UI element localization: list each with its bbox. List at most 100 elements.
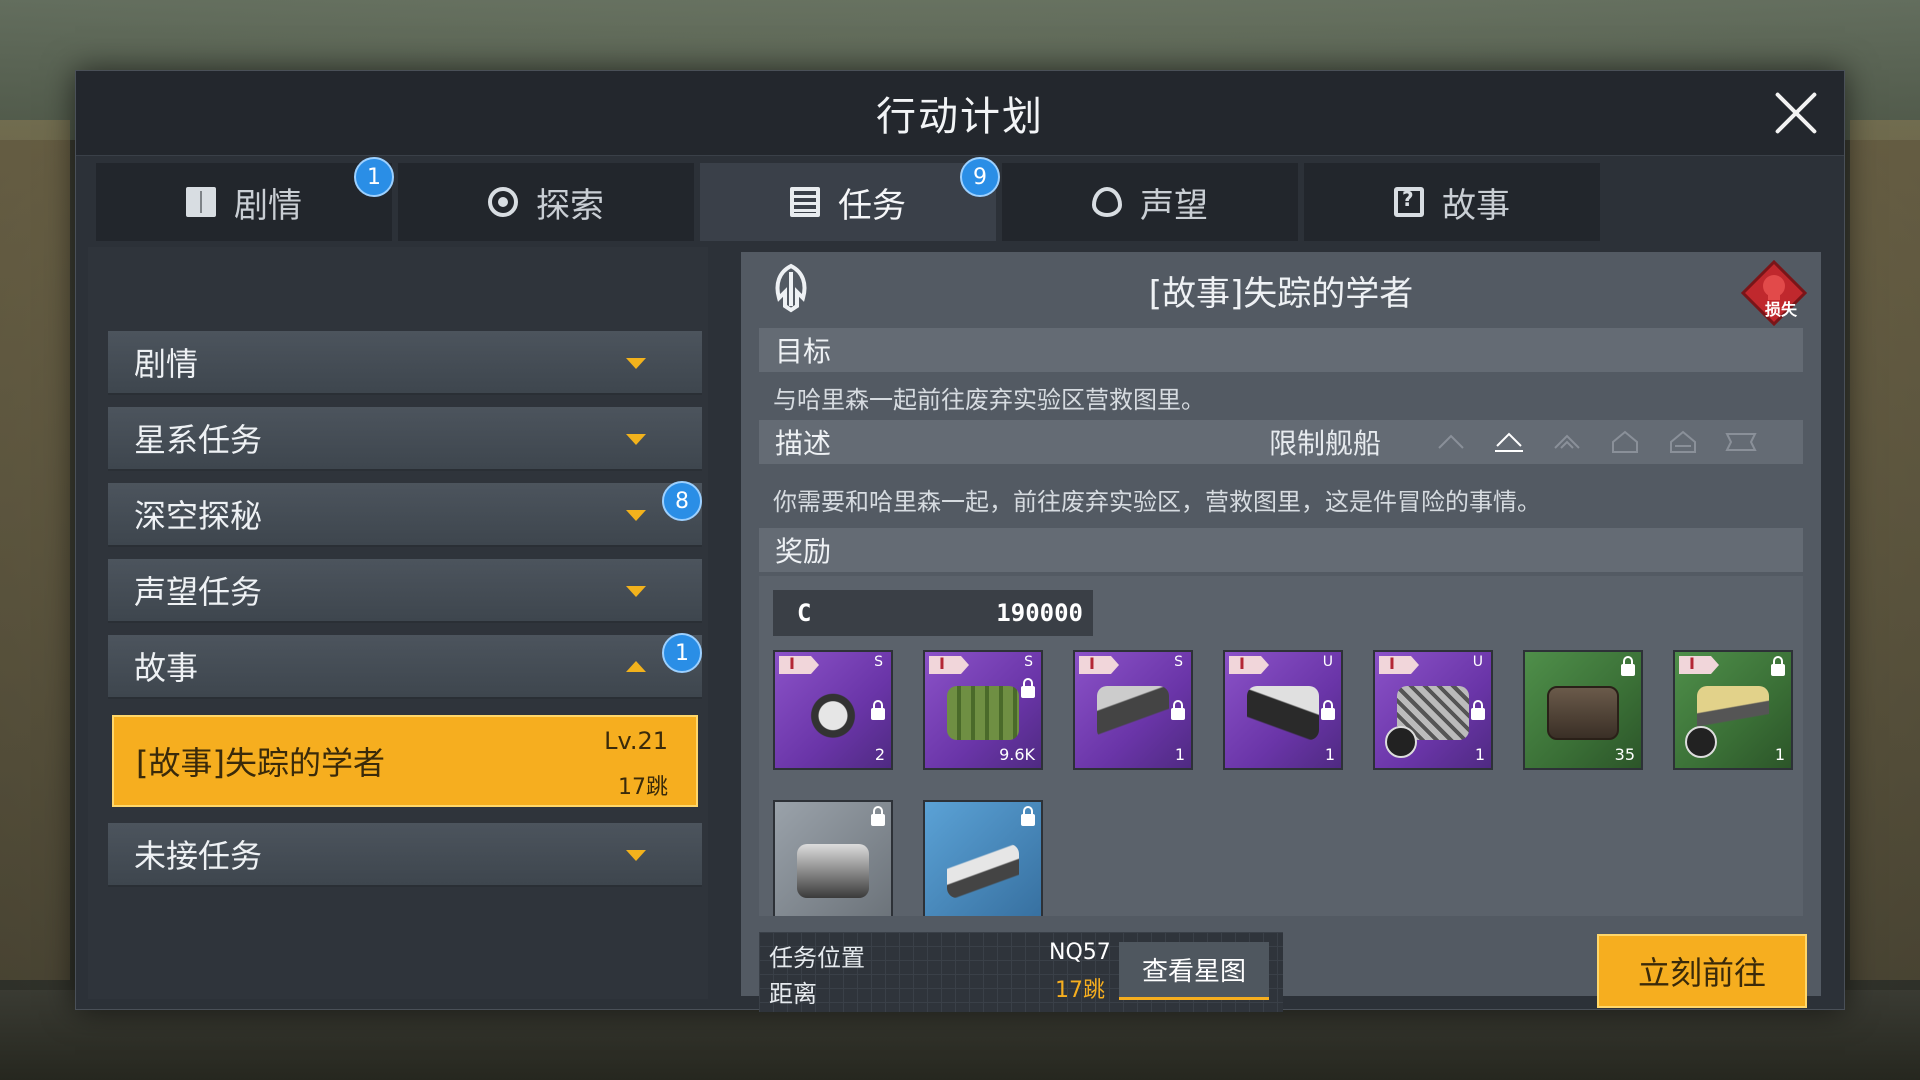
tier-flag-icon	[1679, 656, 1719, 674]
rewards-grid: C 190000 S 2 S 9.6K S	[759, 576, 1803, 916]
lock-icon	[1171, 700, 1185, 720]
objective-text: 与哈里森一起前往废弃实验区营救图里。	[773, 386, 1205, 414]
objective-header-label: 目标	[775, 335, 832, 368]
reward-grade: U	[1322, 654, 1333, 670]
reward-grade: S	[874, 654, 883, 670]
category-plot[interactable]: 剧情	[108, 331, 702, 395]
category-label: 星系任务	[134, 421, 263, 459]
tab-story[interactable]: 故事	[1304, 163, 1600, 241]
reward-item[interactable]: U 1	[1223, 650, 1343, 770]
ship-module-icon	[797, 686, 869, 740]
tier-flag-icon	[1229, 656, 1269, 674]
lock-icon	[871, 700, 885, 720]
lock-icon	[1771, 656, 1785, 676]
engine-module-icon	[797, 844, 869, 898]
reward-count: 35	[1614, 745, 1635, 764]
distance-value: 17跳	[1055, 978, 1105, 1003]
skill-icon	[1685, 726, 1717, 758]
tab-tasks[interactable]: 任务 9	[700, 157, 1000, 241]
tab-plot[interactable]: 剧情 1	[96, 157, 394, 241]
reward-count: 9.6K	[999, 745, 1035, 764]
tier-flag-icon	[1079, 656, 1119, 674]
background-pillar-left	[0, 120, 70, 980]
lock-icon	[1021, 678, 1035, 698]
quest-item-selected[interactable]: [故事]失踪的学者 Lv.21 17跳	[112, 715, 698, 807]
story-icon	[1394, 187, 1424, 217]
category-story[interactable]: 故事 1	[108, 633, 702, 699]
tab-explore[interactable]: 探索	[398, 163, 694, 241]
background-pillar-right	[1850, 120, 1920, 980]
book-icon	[186, 187, 216, 217]
ship-class-1-icon	[1438, 434, 1464, 449]
go-now-button[interactable]: 立刻前往	[1597, 934, 1807, 1008]
reward-count: 1	[1324, 745, 1335, 764]
task-icon	[790, 187, 820, 217]
tab-plot-label: 剧情	[234, 185, 302, 226]
reward-count: 1	[1774, 745, 1785, 764]
tier-flag-icon	[929, 656, 969, 674]
category-reputation-tasks[interactable]: 声望任务	[108, 559, 702, 623]
category-label: 深空探秘	[134, 497, 263, 535]
tab-bar: 剧情 1 探索 任务 9 声望 故事	[96, 157, 1600, 241]
chevron-down-icon	[626, 434, 646, 445]
category-label: 剧情	[134, 345, 199, 383]
tab-reputation[interactable]: 声望	[1002, 163, 1298, 241]
dialog-title: 行动计划	[876, 94, 1044, 140]
upgrade-arrow-icon	[1385, 726, 1417, 758]
faction-icon	[775, 263, 807, 313]
tab-tasks-label: 任务	[838, 185, 906, 226]
quest-title: [故事]失踪的学者	[1148, 273, 1414, 314]
reward-item[interactable]: S 1	[1073, 650, 1193, 770]
description-header: 描述 限制舰船	[759, 420, 1803, 464]
reward-item[interactable]: S 9.6K	[923, 650, 1043, 770]
description-header-label: 描述	[775, 427, 832, 460]
category-label: 声望任务	[134, 573, 263, 611]
reward-item[interactable]	[923, 800, 1043, 916]
restricted-ships-label: 限制舰船	[1269, 427, 1382, 460]
reward-item[interactable]	[773, 800, 893, 916]
view-star-map-button[interactable]: 查看星图	[1119, 942, 1269, 1000]
reward-item[interactable]: 1	[1673, 650, 1793, 770]
rewards-header-label: 奖励	[775, 535, 832, 568]
ship-class-2-icon	[1495, 432, 1523, 452]
category-deep-space[interactable]: 深空探秘 8	[108, 481, 702, 547]
chevron-down-icon	[626, 586, 646, 597]
ammo-pack-icon	[947, 686, 1019, 740]
reward-item[interactable]: S 2	[773, 650, 893, 770]
turret-icon	[1097, 686, 1169, 740]
chevron-down-icon	[626, 510, 646, 521]
ship-class-5-icon	[1670, 430, 1696, 453]
category-galaxy-tasks[interactable]: 星系任务	[108, 407, 702, 471]
loss-label: 损失	[1764, 300, 1797, 319]
quest-item-title: [故事]失踪的学者	[136, 744, 385, 782]
reward-grade: S	[1174, 654, 1183, 670]
reputation-icon	[1092, 187, 1122, 217]
reward-item[interactable]: U 1	[1373, 650, 1493, 770]
reward-count: 1	[1474, 745, 1485, 764]
category-unaccepted[interactable]: 未接任务	[108, 823, 702, 887]
reward-count: 2	[874, 745, 885, 764]
description-text: 你需要和哈里森一起，前往废弃实验区，营救图里，这是件冒险的事情。	[773, 488, 1541, 516]
tab-story-label: 故事	[1442, 185, 1510, 226]
reward-item[interactable]: 35	[1523, 650, 1643, 770]
lock-icon	[1471, 700, 1485, 720]
quest-item-level: Lv.21	[604, 727, 668, 755]
scanner-icon	[1247, 686, 1319, 740]
location-label: 任务位置	[769, 944, 865, 972]
quest-location-box: 任务位置 距离 NQ57 17跳 查看星图	[759, 932, 1283, 1012]
tab-explore-label: 探索	[536, 185, 604, 226]
tab-reputation-label: 声望	[1140, 185, 1208, 226]
category-label: 故事	[134, 649, 199, 687]
lock-icon	[1021, 806, 1035, 826]
quest-item-jumps: 17跳	[618, 775, 668, 800]
close-icon[interactable]	[1770, 87, 1822, 139]
credits-amount: 190000	[996, 599, 1083, 627]
explore-icon	[488, 187, 518, 217]
lock-icon	[1621, 656, 1635, 676]
category-badge: 1	[662, 633, 702, 673]
tier-flag-icon	[779, 656, 819, 674]
cargo-container-icon	[1547, 686, 1619, 740]
quest-detail-panel: [故事]失踪的学者 损失 目标 与哈里森一起前往废弃实验区营救图里。 描述 限制…	[741, 252, 1821, 1012]
tier-flag-icon	[1379, 656, 1419, 674]
ship-class-3-icon	[1554, 434, 1580, 449]
